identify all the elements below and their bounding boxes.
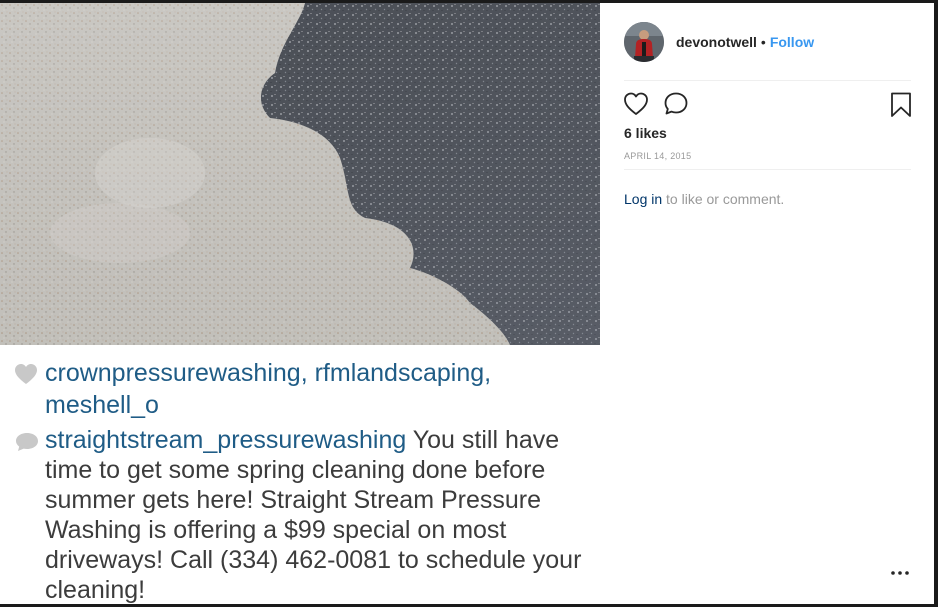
caption-comment-user: straightstream_pressurewashing <box>45 426 407 454</box>
post-image[interactable]: crownpressurewashing, rfmlandscaping, mes… <box>0 3 600 604</box>
liker-name: crownpressurewashing <box>45 359 301 387</box>
speech-bubble-icon[interactable] <box>663 91 689 117</box>
header-divider <box>624 80 911 81</box>
post-header: devonotwell • Follow <box>676 34 814 50</box>
caption-comment-icon <box>16 433 38 451</box>
bookmark-icon[interactable] <box>890 92 912 118</box>
caption-likers: crownpressurewashing, rfmlandscaping, mes… <box>45 359 492 419</box>
follow-button[interactable]: Follow <box>770 34 814 50</box>
post-modal: crownpressurewashing, rfmlandscaping, mes… <box>0 3 934 604</box>
liker-name: rfmlandscaping <box>314 359 485 387</box>
heart-outline-icon[interactable] <box>623 91 649 117</box>
caption-heart-icon <box>15 364 37 384</box>
likes-count[interactable]: 6 likes <box>624 125 667 141</box>
post-date: APRIL 14, 2015 <box>624 151 692 161</box>
post-sidebar: devonotwell • Follow 6 likes APRIL 14, 201… <box>600 3 934 604</box>
section-divider <box>624 169 911 170</box>
caption-comment: straightstream_pressurewashing You still… <box>45 425 590 604</box>
login-link[interactable]: Log in <box>624 191 662 207</box>
liker-name: meshell_o <box>45 391 159 419</box>
driveway-photo <box>0 3 600 345</box>
avatar[interactable] <box>624 22 664 62</box>
separator-dot: • <box>760 34 766 50</box>
username-link[interactable]: devonotwell <box>676 34 757 50</box>
photo-caption: crownpressurewashing, rfmlandscaping, mes… <box>0 345 600 604</box>
login-prompt: Log in to like or comment. <box>624 191 784 207</box>
ellipsis-icon[interactable] <box>889 566 911 580</box>
login-prompt-text: to like or comment. <box>662 191 785 207</box>
